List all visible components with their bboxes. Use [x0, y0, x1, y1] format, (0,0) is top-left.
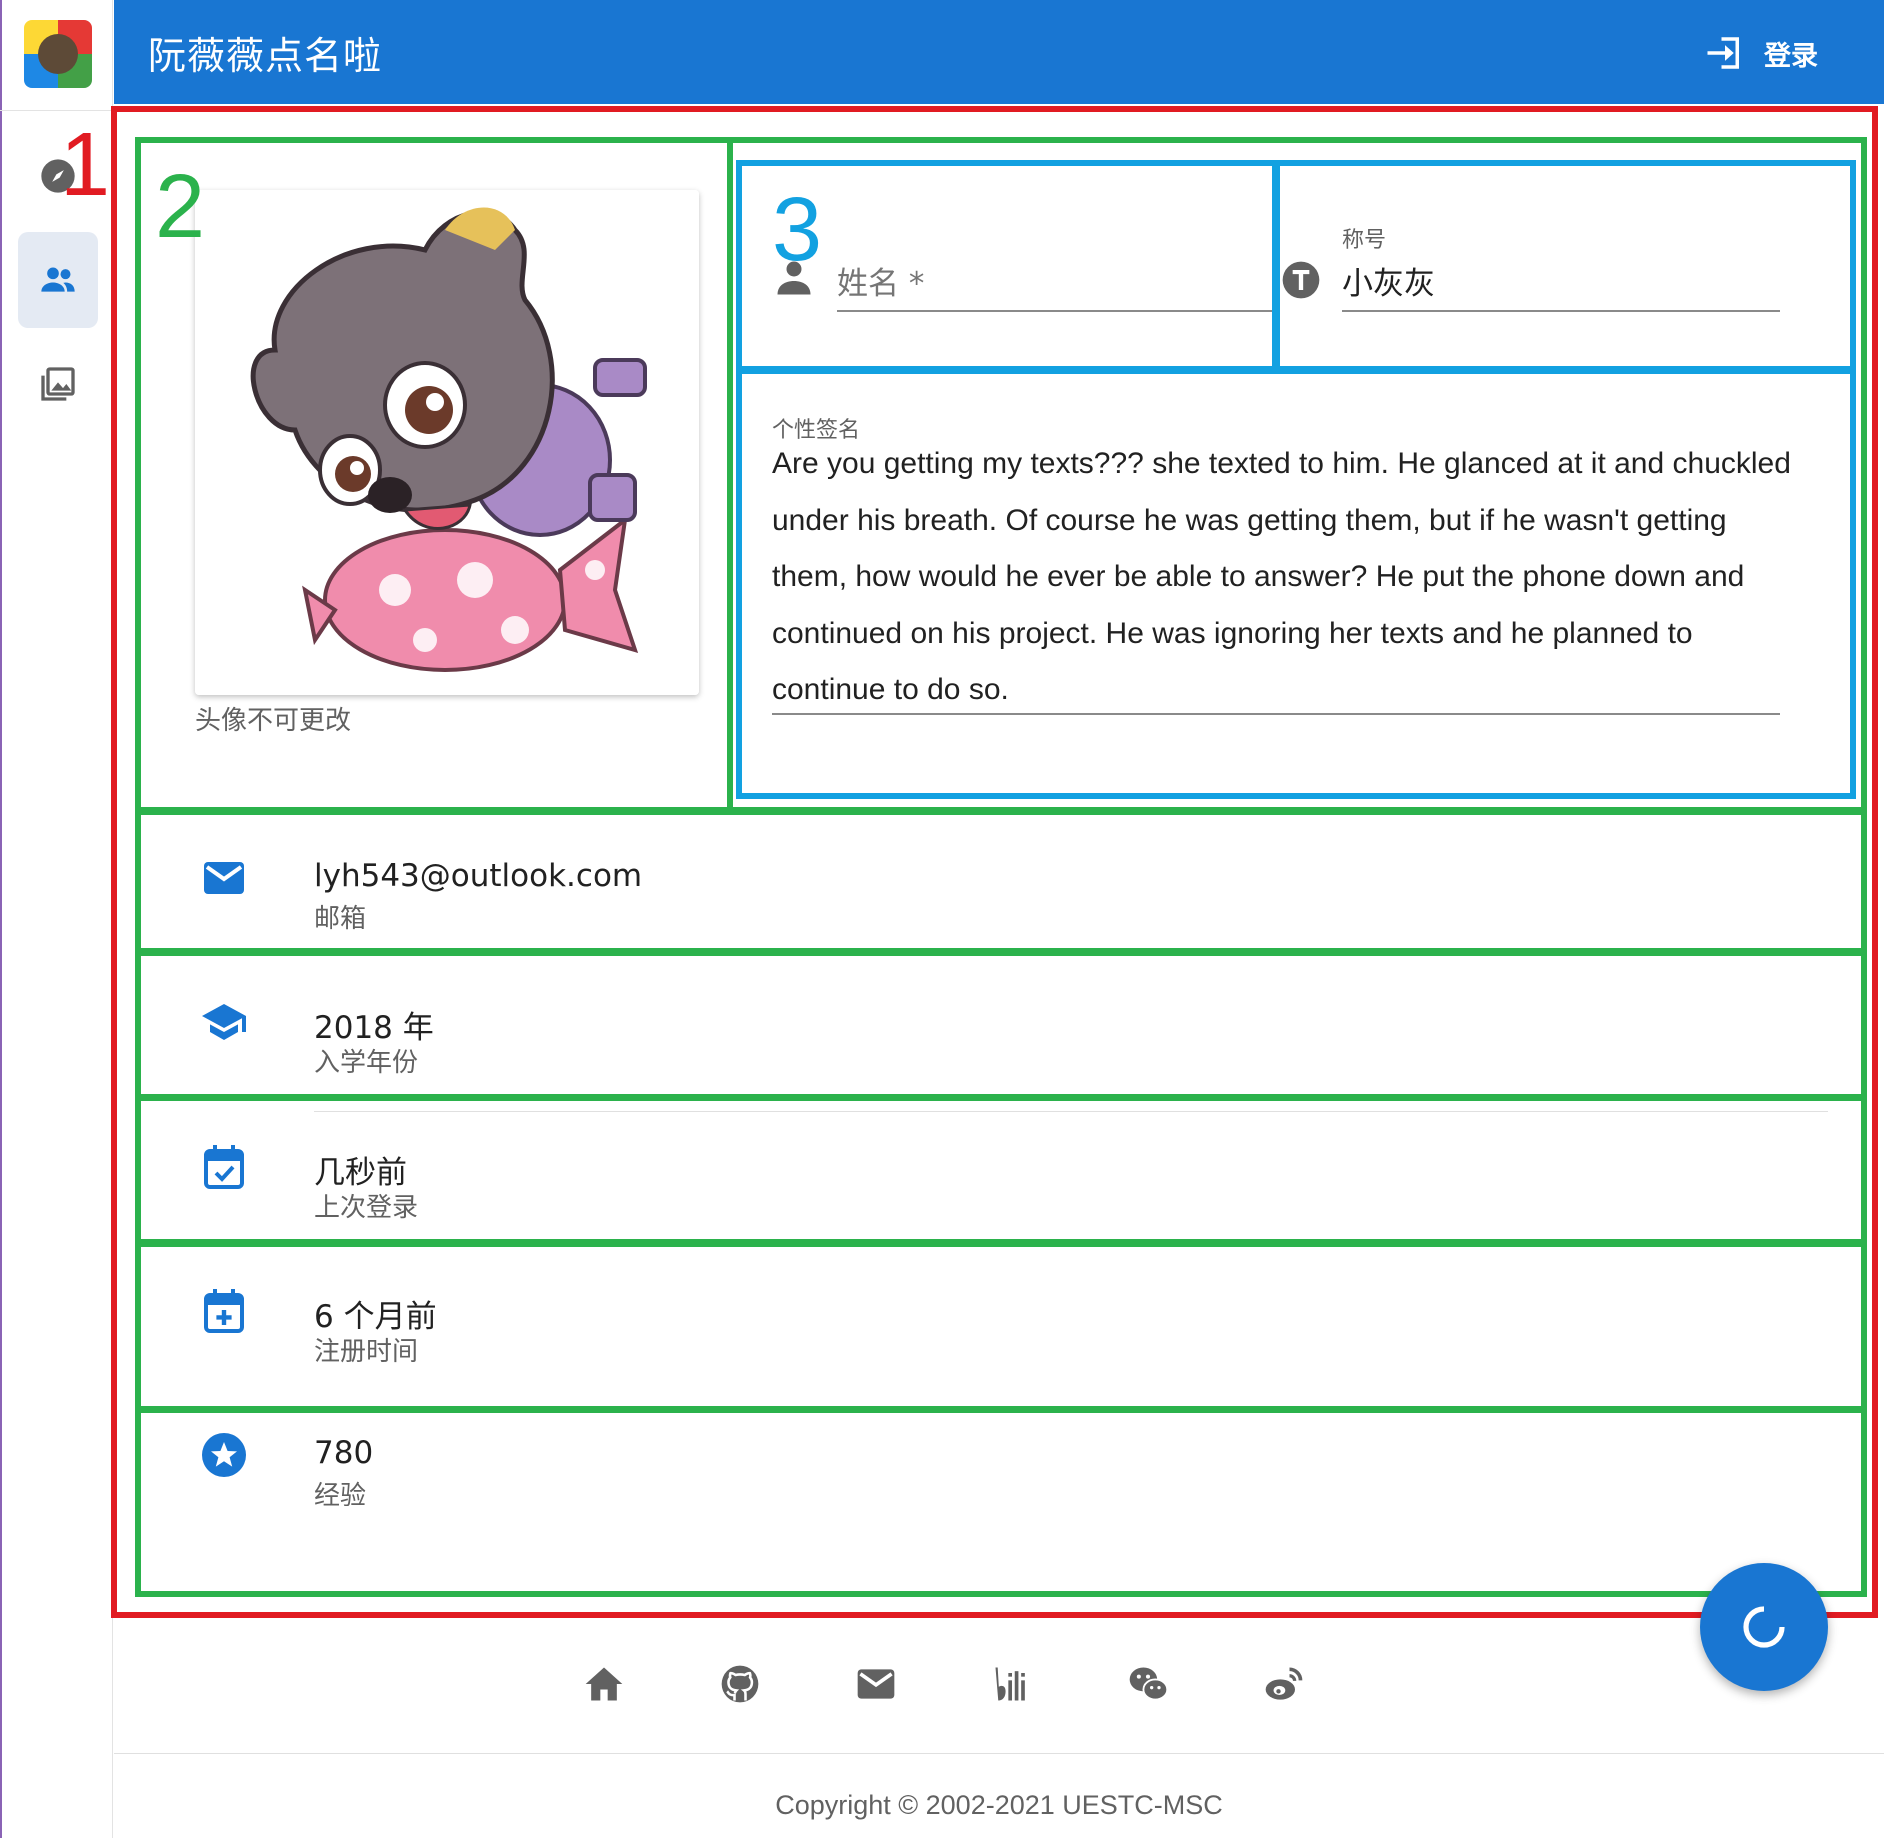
annotation-box-email: [135, 809, 1867, 954]
nav-item-users[interactable]: [18, 232, 98, 328]
annotation-label-3: 3: [772, 180, 823, 280]
gallery-icon: [41, 367, 75, 401]
app-root: 阮薇薇点名啦 登录 头像不可更改 姓名 * 称号 小灰灰 个性签名 Are yo…: [0, 0, 1884, 1838]
app-logo[interactable]: [24, 20, 92, 88]
bilibili-icon: [995, 1667, 1025, 1701]
annotation-box-enrollment: [135, 950, 1867, 1100]
github-icon: [721, 1665, 759, 1703]
nav-item-gallery[interactable]: [18, 336, 98, 432]
people-icon: [41, 267, 75, 292]
github-link[interactable]: [716, 1660, 764, 1708]
refresh-fab[interactable]: [1700, 1563, 1828, 1691]
mail-link[interactable]: [852, 1660, 900, 1708]
footer-divider: [114, 1753, 1884, 1754]
annotation-box-last-login: [135, 1095, 1867, 1245]
copyright-text: Copyright © 2002-2021 UESTC-MSC: [775, 1790, 1223, 1820]
app-title: 阮薇薇点名啦: [148, 33, 383, 78]
login-button[interactable]: 登录: [1704, 28, 1818, 78]
login-icon: [1707, 37, 1739, 69]
mail-icon: [857, 1669, 895, 1699]
weibo-icon: [1265, 1667, 1303, 1700]
wechat-icon: [1129, 1667, 1169, 1701]
rail-divider: [0, 110, 113, 111]
annotation-box-2: [135, 137, 733, 813]
wechat-link[interactable]: [1124, 1660, 1172, 1708]
annotation-label-1: 1: [60, 115, 111, 215]
refresh-icon: [1743, 1606, 1785, 1648]
annotation-box-experience: [135, 1407, 1867, 1597]
annotation-box-title-field: [1274, 160, 1856, 372]
rail-edge: [0, 0, 2, 1838]
annotation-box-signature: [736, 368, 1856, 799]
weibo-link[interactable]: [1260, 1660, 1308, 1708]
home-icon: [585, 1667, 623, 1701]
annotation-label-2: 2: [155, 157, 206, 257]
annotation-box-registered: [135, 1241, 1867, 1412]
home-link[interactable]: [580, 1660, 628, 1708]
login-label: 登录: [1764, 40, 1818, 72]
footer-links: [580, 1660, 1308, 1708]
bilibili-link[interactable]: [988, 1660, 1036, 1708]
app-bar: 阮薇薇点名啦 登录: [114, 0, 1884, 104]
navigation-rail: [0, 0, 113, 1838]
